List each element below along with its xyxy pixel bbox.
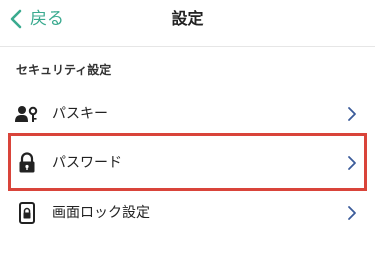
lock-icon: [15, 151, 39, 175]
passkey-label: パスキー: [52, 106, 108, 122]
list-item-screen-lock[interactable]: 画面ロック設定: [0, 189, 375, 237]
nav-bar: 戻る 設定: [0, 0, 375, 40]
chevron-right-icon: [346, 106, 358, 122]
list-item-passkey[interactable]: パスキー: [0, 90, 375, 138]
screen-lock-label: 画面ロック設定: [52, 205, 150, 221]
chevron-right-icon: [346, 205, 358, 221]
nav-divider: [0, 46, 375, 47]
page-title: 設定: [171, 9, 204, 28]
password-label: パスワード: [52, 155, 122, 171]
chevron-right-icon: [346, 155, 358, 171]
section-header: セキュリティ設定: [16, 63, 112, 77]
person-key-icon: [15, 102, 39, 126]
list-item-password[interactable]: パスワード: [0, 139, 375, 187]
phone-lock-icon: [15, 201, 39, 225]
settings-screen: 戻る 設定 セキュリティ設定 パスキー パスワード 画面ロック設定: [0, 0, 375, 253]
